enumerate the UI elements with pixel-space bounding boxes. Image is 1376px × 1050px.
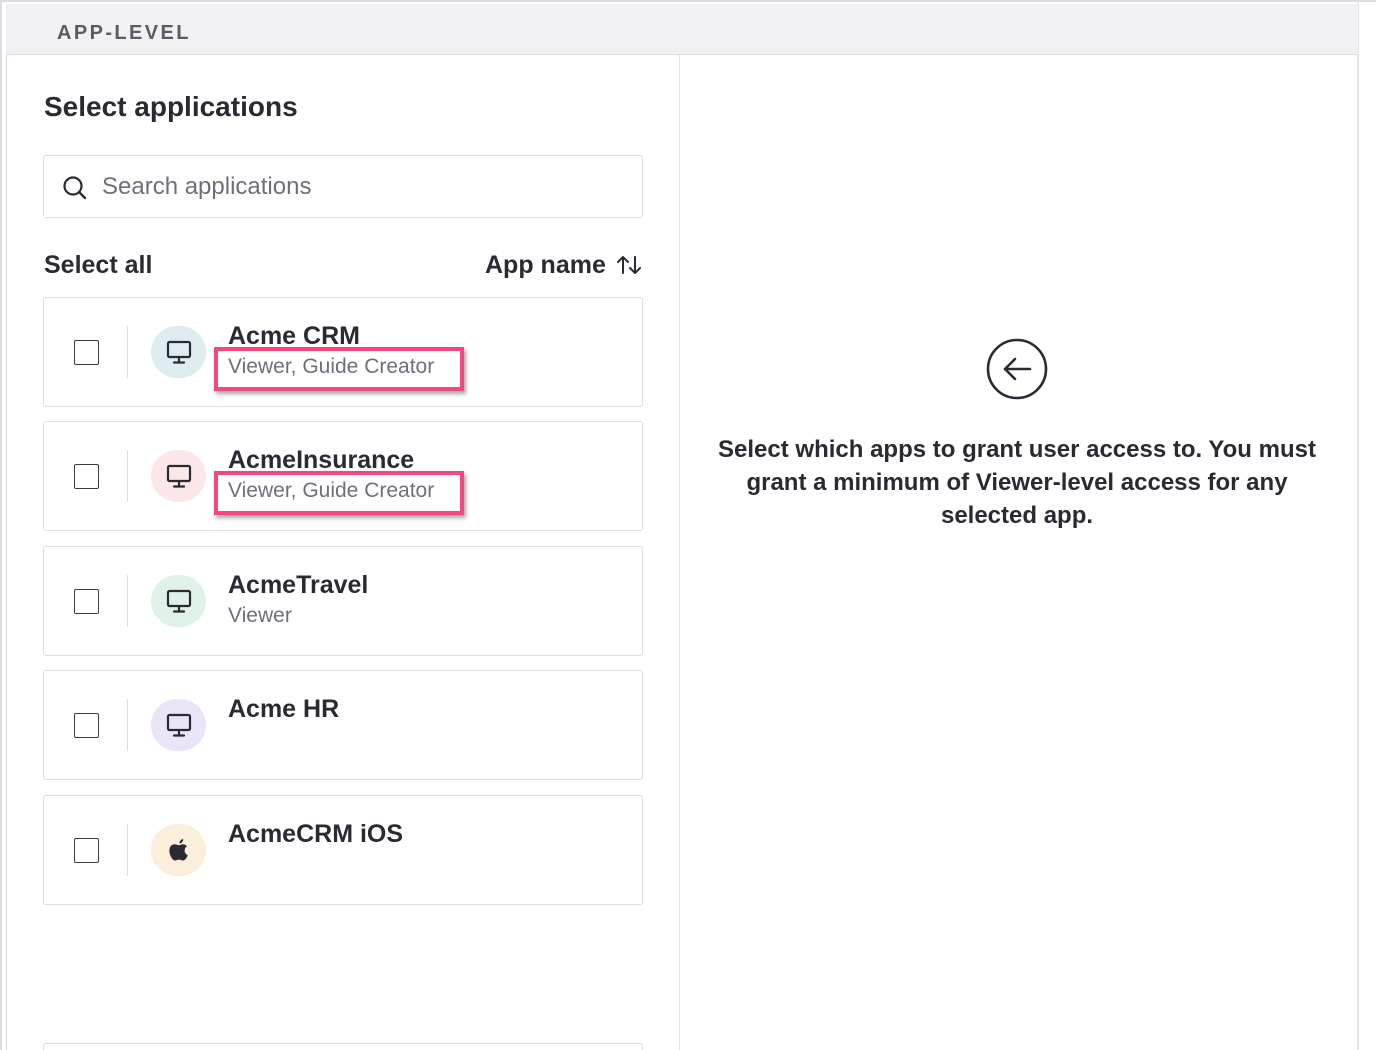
app-card[interactable]: Acme CRM Viewer, Guide Creator [43,297,643,407]
app-card[interactable]: Acme HR [43,670,643,780]
arrow-left-circle-icon [986,338,1048,400]
app-icon-badge [151,824,206,876]
app-name: Acme CRM [228,322,360,350]
app-icon-badge [151,575,206,627]
monitor-icon [166,340,191,364]
app-icon-badge [151,450,206,502]
monitor-icon [166,589,191,613]
instructions-text: Select which apps to grant user access t… [718,436,1316,529]
card-separator [127,450,128,502]
app-card[interactable]: AcmeTravel Viewer [43,546,643,656]
app-role: Viewer, Guide Creator [228,479,435,502]
app-icon-badge [151,699,206,751]
search-input[interactable] [102,168,622,206]
app-card-partial [43,1043,643,1050]
apple-icon [168,839,188,861]
monitor-icon [166,464,191,488]
app-card[interactable]: AcmeInsurance Viewer, Guide Creator [43,421,643,531]
app-name: AcmeTravel [228,571,369,599]
left-panel-border [6,55,7,1050]
card-separator [127,699,128,751]
right-edge [1357,0,1359,1050]
app-checkbox[interactable] [74,713,99,738]
search-box[interactable] [43,155,643,218]
app-role: Viewer, Guide Creator [228,355,435,378]
app-name: AcmeInsurance [228,446,415,474]
app-name: AcmeCRM iOS [228,820,404,848]
panel-divider [679,55,680,1050]
app-checkbox[interactable] [74,464,99,489]
app-role: Viewer [228,604,292,627]
card-separator [127,824,128,876]
app-checkbox[interactable] [74,589,99,614]
card-separator [127,326,128,378]
card-separator [127,575,128,627]
section-header-label: APP-LEVEL [57,22,191,44]
sort-by-app-name-button[interactable]: App name [485,250,642,280]
app-icon-badge [151,326,206,378]
monitor-icon [166,713,191,737]
app-checkbox[interactable] [74,838,99,863]
app-checkbox[interactable] [74,340,99,365]
section-header: APP-LEVEL [6,4,1358,55]
app-name: Acme HR [228,695,340,723]
select-all-button[interactable]: Select all [44,251,152,280]
sort-arrows-icon [616,256,641,274]
app-card[interactable]: AcmeCRM iOS [43,795,643,905]
page-title: Select applications [44,91,298,122]
search-icon [63,176,87,200]
sort-label: App name [485,250,606,279]
